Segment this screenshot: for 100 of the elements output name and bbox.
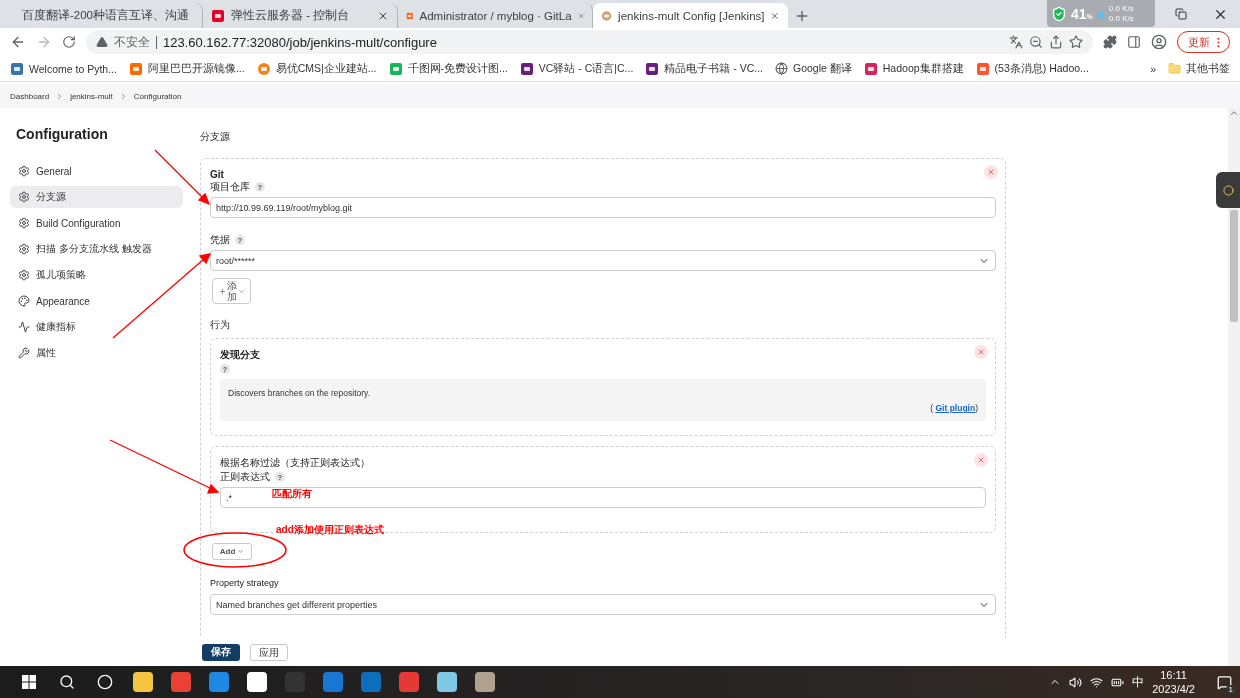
security-label: 不安全: [114, 35, 157, 49]
remove-button[interactable]: [974, 453, 988, 467]
url-text: 123.60.162.77:32080/job/jenkins-mult/configure: [163, 34, 438, 50]
bookmark[interactable]: 千图网-免费设计图...: [388, 61, 508, 76]
bookmark[interactable]: Welcome to Pyth...: [10, 61, 117, 76]
more-bookmarks-button[interactable]: »: [1150, 62, 1156, 75]
property-strategy-select[interactable]: Named branches get different properties: [210, 594, 996, 615]
speaker-icon[interactable]: [1069, 675, 1083, 689]
settings-icon: [18, 165, 30, 177]
app-icon[interactable]: [437, 672, 457, 692]
scrollbar-thumb[interactable]: [1230, 210, 1238, 322]
site-icon: [975, 61, 990, 76]
app-icon[interactable]: [323, 672, 343, 692]
puzzle-icon[interactable]: [1103, 35, 1117, 49]
app-icon[interactable]: [171, 672, 191, 692]
side-panel-icon[interactable]: [1127, 35, 1141, 49]
annotation-text: 匹配所有: [272, 487, 312, 501]
sidebar-item[interactable]: General: [10, 160, 183, 182]
sidebar-item[interactable]: Build Configuration: [10, 212, 183, 234]
app-icon[interactable]: [247, 672, 267, 692]
app-icon[interactable]: [133, 672, 153, 692]
settings-icon: [18, 243, 30, 255]
folder-icon: [1168, 62, 1181, 75]
restore-icon[interactable]: [1175, 8, 1187, 20]
sidebar-item[interactable]: 健康指标: [10, 316, 183, 338]
credentials-select[interactable]: root/******: [210, 250, 996, 271]
sidebar-item[interactable]: Appearance: [10, 290, 183, 312]
bookmark[interactable]: Hadoop集群搭建: [863, 61, 964, 76]
star-icon[interactable]: [1069, 35, 1083, 49]
site-icon: [211, 8, 225, 23]
input-method[interactable]: 中: [1132, 673, 1145, 691]
circle-icon[interactable]: [97, 674, 113, 690]
bookmark[interactable]: 易优CMS|企业建站...: [256, 61, 377, 76]
reload-icon[interactable]: [62, 35, 76, 49]
palette-icon: [18, 295, 30, 307]
breadcrumb-link[interactable]: Configuration: [133, 91, 182, 101]
site-icon: [863, 61, 878, 76]
repository-field[interactable]: http://10.99.69.119/root/myblog.git: [210, 197, 996, 218]
settings-icon: [18, 191, 30, 203]
breadcrumb-link[interactable]: jenkins-mult: [70, 91, 113, 101]
update-button[interactable]: 更新: [1177, 31, 1230, 53]
wrench-icon: [18, 347, 30, 359]
share-icon[interactable]: [1049, 35, 1063, 49]
search-icon[interactable]: [59, 674, 75, 690]
browser-tab[interactable]: 弹性云服务器 - 控制台: [203, 3, 398, 28]
app-icon[interactable]: [399, 672, 419, 692]
clock[interactable]: 16:11 2023/4/2: [1152, 668, 1195, 696]
shield-icon: [1051, 5, 1067, 22]
warning-icon: [96, 36, 108, 48]
zoom-out-icon[interactable]: [1029, 35, 1043, 49]
circle-icon: [1222, 184, 1234, 196]
scroll-up-icon[interactable]: [1229, 108, 1239, 118]
description-text: Discovers branches on the repository.: [228, 388, 372, 398]
back-icon[interactable]: [10, 34, 26, 50]
bookmark[interactable]: 精品电子书籍 - VC...: [645, 61, 763, 76]
add-button[interactable]: 添加: [212, 278, 251, 304]
profile-icon[interactable]: [1151, 34, 1167, 50]
add-button[interactable]: Add: [212, 543, 252, 560]
remove-button[interactable]: [984, 165, 998, 179]
side-handle[interactable]: [1216, 172, 1240, 208]
arrow: [154, 149, 211, 206]
plugin-note: ( Git plugin): [930, 403, 978, 413]
download-speed: 0.0 K/s: [1108, 13, 1134, 24]
bookmark[interactable]: (53条消息) Hadoo...: [975, 61, 1089, 76]
globe-icon: [775, 62, 788, 75]
field-label: 项目仓库: [210, 180, 250, 194]
pulse-icon: [18, 321, 30, 333]
settings-icon: [18, 217, 30, 229]
card-title: Git: [210, 169, 224, 180]
annotation-text: add添加使用正则表达式: [276, 523, 384, 537]
address-bar[interactable]: 不安全 123.60.162.77:32080/job/jenkins-mult/configure: [86, 30, 1093, 54]
caret-icon: [237, 548, 245, 555]
bookmark-folder[interactable]: 其他书签: [1168, 61, 1230, 76]
plus-icon: [218, 287, 226, 295]
sidebar-item[interactable]: 扫描 多分支流水线 触发器: [10, 238, 183, 260]
remove-button[interactable]: [974, 345, 988, 359]
windows-icon[interactable]: [22, 675, 36, 689]
browser-tab[interactable]: jenkins-mult Config [Jenkins]: [593, 3, 788, 28]
close-icon: [987, 168, 995, 176]
bookmark[interactable]: Google 翻译: [775, 61, 852, 76]
app-icon[interactable]: [209, 672, 229, 692]
field-label: Property strategy: [210, 578, 279, 588]
breadcrumb-link[interactable]: Dashboard: [10, 91, 50, 101]
sidebar-item[interactable]: 分支源: [10, 186, 183, 208]
bookmark[interactable]: VC驿站 - C语言|C...: [519, 61, 634, 76]
sidebar-item[interactable]: 孤儿项策略: [10, 264, 183, 286]
wifi-icon[interactable]: [1090, 675, 1104, 689]
sidebar-item[interactable]: 属性: [10, 342, 183, 364]
settings-icon: [18, 269, 30, 281]
bookmark[interactable]: 阿里巴巴开源镜像...: [128, 61, 245, 76]
section-title: 分支源: [200, 130, 231, 144]
save-button[interactable]: 保存: [202, 643, 240, 661]
updown-icon: [1096, 9, 1105, 18]
card-title: 发现分支: [220, 348, 260, 362]
translate-icon[interactable]: [1009, 35, 1023, 49]
apply-button[interactable]: 应用: [250, 643, 288, 661]
caret-icon: [237, 287, 245, 295]
close-icon: [977, 348, 985, 356]
app-icon[interactable]: [475, 672, 495, 692]
site-icon: [388, 61, 403, 76]
